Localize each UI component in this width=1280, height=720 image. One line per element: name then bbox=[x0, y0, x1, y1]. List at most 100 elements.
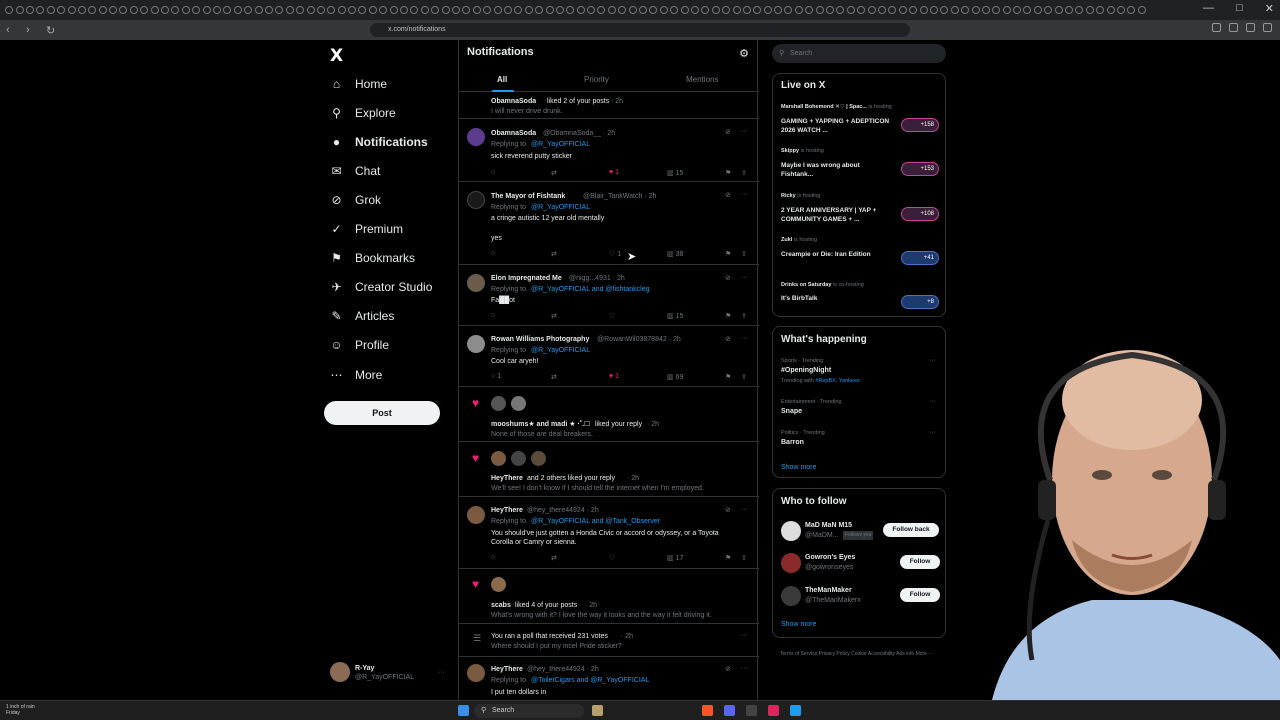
sidebar-item-explore[interactable]: ⚲ Explore bbox=[330, 102, 396, 124]
avatar[interactable] bbox=[781, 553, 801, 573]
close-window-icon[interactable]: ✕ bbox=[1265, 2, 1274, 15]
grok-icon[interactable]: ⊘ bbox=[725, 274, 731, 282]
more-dots-icon[interactable]: ··· bbox=[741, 335, 748, 342]
browser-tab[interactable] bbox=[399, 0, 409, 20]
browser-tab[interactable] bbox=[409, 0, 419, 20]
list-item[interactable]: HeyThere @hey_there44924 · 2h Replying t… bbox=[459, 658, 759, 700]
browser-tab[interactable] bbox=[534, 0, 544, 20]
browser-tab[interactable] bbox=[264, 0, 274, 20]
avatar[interactable] bbox=[781, 521, 801, 541]
taskbar-search[interactable]: Search bbox=[474, 704, 584, 718]
avatar[interactable] bbox=[467, 664, 485, 682]
views-icon[interactable]: ▥ 69 bbox=[667, 373, 683, 381]
browser-tab[interactable] bbox=[337, 0, 347, 20]
sidebar-item-creator-studio[interactable]: ✈ Creator Studio bbox=[330, 276, 432, 298]
browser-tab[interactable] bbox=[430, 0, 440, 20]
follow-button[interactable]: Follow bbox=[900, 555, 940, 569]
browser-tab[interactable] bbox=[66, 0, 76, 20]
browser-tab[interactable] bbox=[139, 0, 149, 20]
avatar[interactable] bbox=[467, 128, 485, 146]
browser-tab[interactable] bbox=[752, 0, 762, 20]
browser-tab[interactable] bbox=[1095, 0, 1105, 20]
list-item[interactable]: HeyThere @hey_there44924 · 2h Replying t… bbox=[459, 498, 759, 569]
browser-tab[interactable] bbox=[596, 0, 606, 20]
like-icon[interactable]: ♡ 1 bbox=[609, 250, 621, 258]
browser-tab[interactable] bbox=[524, 0, 534, 20]
bookmark-icon[interactable]: ⚑ bbox=[725, 169, 731, 177]
browser-tab[interactable] bbox=[1002, 0, 1012, 20]
maximize-icon[interactable]: □ bbox=[1236, 2, 1243, 15]
tab-all[interactable]: All bbox=[497, 75, 507, 84]
extension-icon[interactable] bbox=[1212, 23, 1221, 32]
follow-button[interactable]: Follow bbox=[900, 588, 940, 602]
browser-tab[interactable] bbox=[420, 0, 430, 20]
app-icon[interactable] bbox=[746, 705, 757, 716]
browser-tab[interactable] bbox=[731, 0, 741, 20]
browser-tab[interactable] bbox=[181, 0, 191, 20]
live-title[interactable]: 2 YEAR ANNIVERSARY | YAP + COMMUNITY GAM… bbox=[781, 206, 891, 224]
browser-tab[interactable] bbox=[659, 0, 669, 20]
list-item[interactable]: ObamnaSoda liked 2 of your posts · 2h I … bbox=[459, 92, 759, 119]
browser-tab[interactable] bbox=[607, 0, 617, 20]
like-icon[interactable]: ♡ bbox=[609, 312, 615, 320]
sidebar-item-grok[interactable]: ⊘ Grok bbox=[330, 189, 381, 211]
browser-tab[interactable] bbox=[544, 0, 554, 20]
browser-tab[interactable] bbox=[492, 0, 502, 20]
sidebar-item-notifications[interactable]: ● Notifications bbox=[330, 131, 428, 153]
browser-tab[interactable] bbox=[56, 0, 66, 20]
browser-tab[interactable] bbox=[773, 0, 783, 20]
live-listener-pill[interactable]: +108 bbox=[901, 207, 939, 221]
browser-tab[interactable] bbox=[898, 0, 908, 20]
list-item[interactable]: ♥ scabs liked 4 of your posts · 2h What'… bbox=[459, 570, 759, 624]
browser-tab[interactable] bbox=[378, 0, 388, 20]
trend-topic[interactable]: Snape bbox=[781, 408, 802, 415]
like-icon[interactable]: ♡ bbox=[609, 554, 615, 562]
browser-tab[interactable] bbox=[357, 0, 367, 20]
browser-tab[interactable] bbox=[326, 0, 336, 20]
browser-tab[interactable] bbox=[347, 0, 357, 20]
more-dots-icon[interactable]: ··· bbox=[741, 191, 748, 198]
more-dots-icon[interactable]: ··· bbox=[438, 668, 445, 677]
browser-tab[interactable] bbox=[118, 0, 128, 20]
trend-topic[interactable]: #OpeningNight bbox=[781, 367, 831, 374]
forward-icon[interactable]: › bbox=[26, 24, 40, 36]
browser-tab[interactable] bbox=[1033, 0, 1043, 20]
browser-tab[interactable] bbox=[46, 0, 56, 20]
browser-tab[interactable] bbox=[233, 0, 243, 20]
browser-tab[interactable] bbox=[825, 0, 835, 20]
browser-tab[interactable] bbox=[305, 0, 315, 20]
browser-tab[interactable] bbox=[804, 0, 814, 20]
avatar[interactable] bbox=[467, 335, 485, 353]
share-icon[interactable]: ⇪ bbox=[741, 250, 747, 258]
bookmark-icon[interactable]: ⚑ bbox=[725, 312, 731, 320]
browser-tab[interactable] bbox=[1074, 0, 1084, 20]
browser-tab[interactable] bbox=[461, 0, 471, 20]
browser-tab[interactable] bbox=[1137, 0, 1147, 20]
reply-icon[interactable]: ○ bbox=[491, 250, 495, 257]
file-explorer-icon[interactable] bbox=[592, 705, 603, 716]
browser-tab[interactable] bbox=[918, 0, 928, 20]
reply-icon[interactable]: ○ bbox=[491, 169, 495, 176]
browser-tab[interactable] bbox=[783, 0, 793, 20]
bookmark-icon[interactable]: ⚑ bbox=[725, 373, 731, 381]
list-item[interactable]: Elon Impregnated Me @nigg...4931 · 2h Re… bbox=[459, 266, 759, 326]
tab-mentions[interactable]: Mentions bbox=[686, 75, 718, 84]
browser-tab[interactable] bbox=[295, 0, 305, 20]
browser-tab[interactable] bbox=[1126, 0, 1136, 20]
back-icon[interactable]: ‹ bbox=[6, 24, 20, 36]
grok-icon[interactable]: ⊘ bbox=[725, 335, 731, 343]
avatar[interactable] bbox=[511, 451, 526, 466]
browser-tab[interactable] bbox=[627, 0, 637, 20]
browser-tab[interactable] bbox=[1105, 0, 1115, 20]
reply-icon[interactable]: ○ 1 bbox=[491, 373, 501, 380]
avatar[interactable] bbox=[491, 396, 506, 411]
browser-tab[interactable] bbox=[4, 0, 14, 20]
browser-tab[interactable] bbox=[77, 0, 87, 20]
browser-tab[interactable] bbox=[316, 0, 326, 20]
follow-back-button[interactable]: Follow back bbox=[883, 523, 939, 537]
browser-tab[interactable] bbox=[960, 0, 970, 20]
browser-tab[interactable] bbox=[575, 0, 585, 20]
list-item[interactable]: The Mayor of Fishtank @Blair_TankWatch ·… bbox=[459, 183, 759, 265]
browser-tab[interactable] bbox=[814, 0, 824, 20]
avatar[interactable] bbox=[781, 586, 801, 606]
